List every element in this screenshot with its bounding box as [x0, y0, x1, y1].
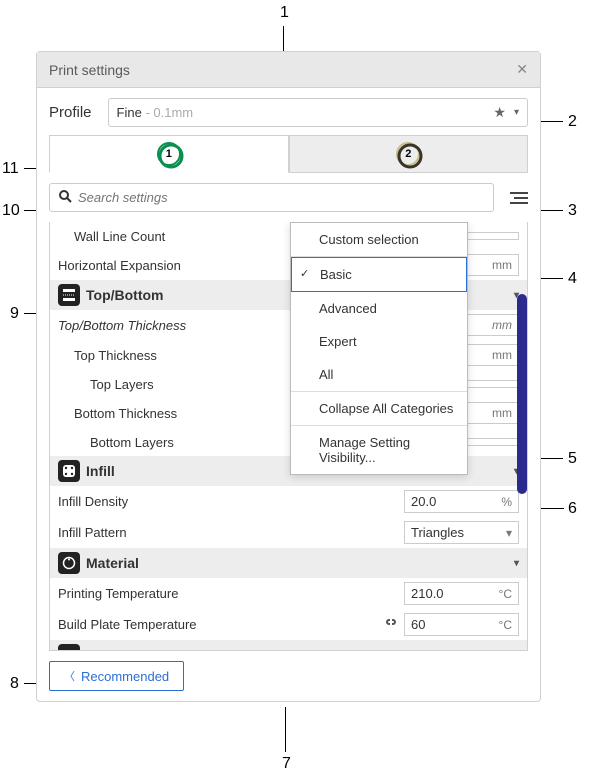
material-icon [58, 552, 80, 574]
setting-input[interactable]: 20.0% [404, 490, 519, 513]
panel-title: Print settings [49, 62, 130, 78]
search-box[interactable] [49, 183, 494, 212]
annotation-1: 1 [280, 4, 289, 22]
menu-expert[interactable]: Expert [291, 325, 467, 358]
annotation-4: 4 [568, 270, 577, 288]
scrollbar-thumb[interactable] [517, 294, 527, 494]
annotation-6: 6 [568, 500, 577, 518]
setting-infill-pattern: Infill Pattern Triangles▾ [50, 517, 527, 548]
chevron-down-icon[interactable]: ▾ [514, 650, 519, 652]
visibility-dropdown: Custom selection Basic Advanced Expert A… [290, 222, 468, 475]
setting-select[interactable]: Triangles▾ [404, 521, 519, 544]
category-speed[interactable]: Speed ▾ [50, 640, 527, 651]
close-icon[interactable]: ✕ [516, 61, 528, 78]
setting-label: Infill Density [58, 494, 404, 509]
setting-label: Infill Pattern [58, 525, 404, 540]
recommended-label: Recommended [81, 669, 169, 684]
annotation-7: 7 [282, 755, 291, 773]
category-label: Speed [86, 647, 514, 651]
tab-badge-1: 1 [166, 148, 172, 160]
profile-label: Profile [49, 104, 92, 121]
profile-row: Profile Fine - 0.1mm ★ ▾ [37, 88, 540, 135]
search-row [37, 173, 540, 222]
setting-infill-density: Infill Density 20.0% [50, 486, 527, 517]
visibility-menu-button[interactable] [504, 186, 528, 210]
menu-all[interactable]: All [291, 358, 467, 391]
setting-plate-temp: Build Plate Temperature 60°C [50, 609, 527, 640]
tab-extruder-1[interactable]: 1 [49, 135, 289, 173]
annotation-8: 8 [10, 675, 19, 693]
annotation-10: 10 [2, 202, 20, 220]
setting-input[interactable]: 60°C [404, 613, 519, 636]
print-settings-panel: Print settings ✕ Profile Fine - 0.1mm ★ … [36, 51, 541, 702]
tab-badge-2: 2 [405, 148, 411, 160]
search-input[interactable] [78, 190, 485, 205]
menu-custom-selection[interactable]: Custom selection [291, 223, 467, 256]
menu-basic[interactable]: Basic [291, 257, 467, 292]
setting-printing-temp: Printing Temperature 210.0°C [50, 578, 527, 609]
menu-advanced[interactable]: Advanced [291, 292, 467, 325]
infill-icon [58, 460, 80, 482]
settings-list: Wall Line Count Horizontal Expansion mm … [49, 222, 528, 651]
setting-input[interactable]: 210.0°C [404, 582, 519, 605]
tab-extruder-2[interactable]: 2 [289, 135, 529, 173]
link-icon[interactable] [384, 616, 398, 633]
footer: 〈 Recommended [37, 651, 540, 701]
setting-label: Printing Temperature [58, 586, 404, 601]
annotation-9: 9 [10, 305, 19, 323]
top-bottom-icon [58, 284, 80, 306]
chevron-down-icon[interactable]: ▾ [514, 107, 519, 118]
chevron-left-icon: 〈 [64, 668, 75, 684]
menu-manage-visibility[interactable]: Manage Setting Visibility... [291, 426, 467, 474]
profile-detail: - 0.1mm [142, 105, 193, 120]
menu-collapse-all[interactable]: Collapse All Categories [291, 392, 467, 425]
chevron-down-icon[interactable]: ▾ [514, 558, 519, 569]
annotation-11: 11 [2, 160, 19, 178]
category-material[interactable]: Material ▾ [50, 548, 527, 578]
category-label: Material [86, 555, 514, 571]
profile-select[interactable]: Fine - 0.1mm ★ ▾ [108, 98, 528, 127]
speed-icon [58, 644, 80, 651]
annotation-2: 2 [568, 113, 577, 131]
annotation-3: 3 [568, 202, 577, 220]
setting-label: Build Plate Temperature [58, 617, 384, 632]
recommended-button[interactable]: 〈 Recommended [49, 661, 184, 691]
extruder-tabs: 1 2 [37, 135, 540, 173]
titlebar: Print settings ✕ [37, 52, 540, 88]
profile-name: Fine [117, 105, 142, 120]
star-icon[interactable]: ★ [493, 104, 506, 121]
annotation-5: 5 [568, 450, 577, 468]
search-icon [58, 189, 72, 206]
chevron-down-icon: ▾ [506, 526, 512, 540]
settings-body: Wall Line Count Horizontal Expansion mm … [37, 222, 540, 651]
